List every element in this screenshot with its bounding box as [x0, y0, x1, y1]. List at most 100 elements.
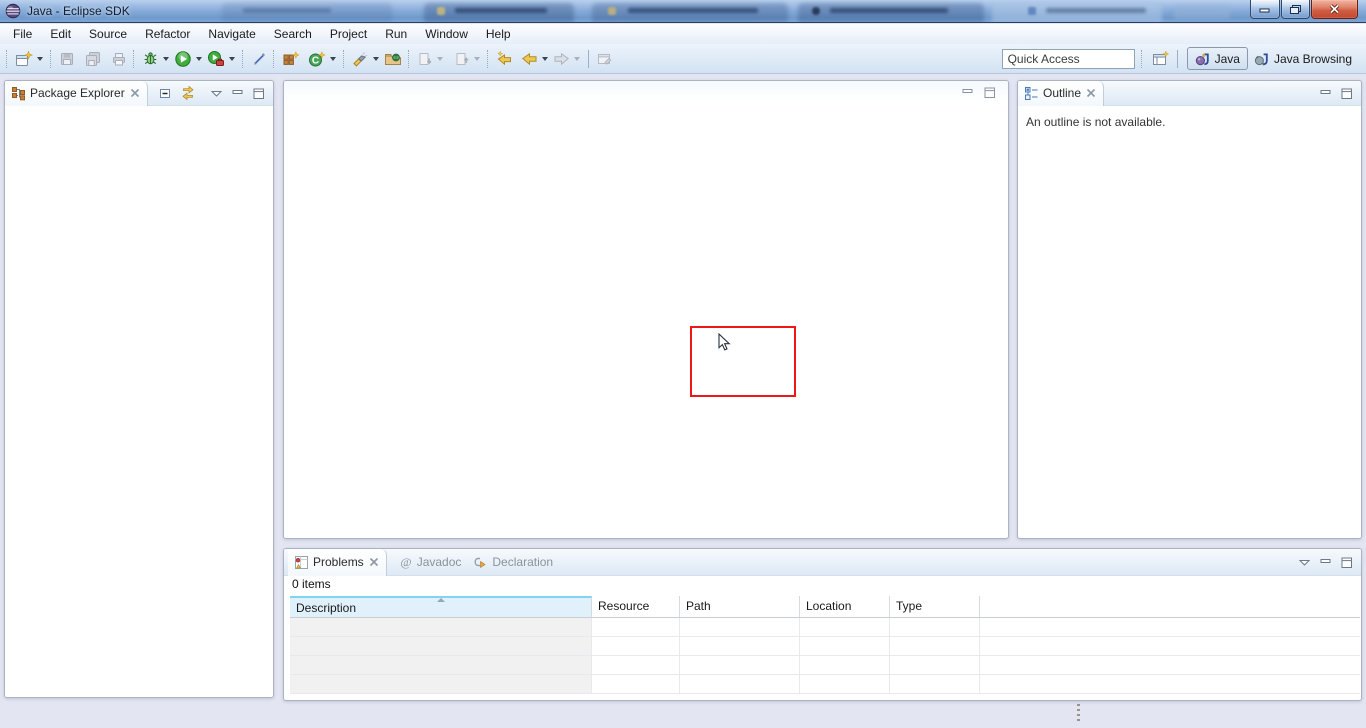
toolbar-drag-handle[interactable] — [50, 50, 53, 68]
link-with-editor-icon[interactable] — [180, 85, 196, 101]
close-icon[interactable] — [129, 87, 141, 99]
new-java-project-button[interactable] — [280, 47, 302, 71]
maximize-editor-icon[interactable] — [983, 86, 996, 99]
ghost-tab-text — [628, 8, 758, 13]
window-title: Java - Eclipse SDK — [27, 4, 130, 18]
view-menu-icon[interactable] — [1298, 556, 1311, 569]
menu-project[interactable]: Project — [321, 24, 376, 44]
open-task-folder-icon — [384, 50, 402, 68]
collapse-all-icon[interactable] — [158, 86, 173, 101]
maximize-view-icon[interactable] — [252, 87, 265, 100]
maximize-view-icon[interactable] — [1340, 87, 1353, 100]
ghost-new-tab-button — [1174, 5, 1230, 19]
next-annotation-dropdown-disabled — [437, 57, 443, 61]
debug-button[interactable] — [140, 47, 161, 71]
menu-search[interactable]: Search — [265, 24, 321, 44]
toolbar-drag-handle[interactable] — [133, 50, 136, 68]
tab-package-explorer[interactable]: Package Explorer — [5, 81, 148, 106]
back-dropdown[interactable] — [542, 57, 548, 61]
tab-problems[interactable]: Problems — [288, 549, 387, 576]
menu-help[interactable]: Help — [477, 24, 520, 44]
minimize-view-icon[interactable] — [231, 87, 244, 100]
tab-declaration[interactable]: Declaration — [467, 549, 559, 576]
menu-window[interactable]: Window — [416, 24, 477, 44]
ghost-browser-tab — [992, 3, 1162, 23]
column-header-description[interactable]: Description — [290, 596, 592, 618]
editor-area — [283, 80, 1009, 539]
ghost-tab-favicon — [1028, 7, 1036, 15]
menu-edit[interactable]: Edit — [41, 24, 80, 44]
svg-text:@: @ — [400, 555, 411, 569]
new-java-class-dropdown[interactable] — [330, 57, 336, 61]
new-java-class-button[interactable]: C — [306, 47, 328, 71]
menu-source[interactable]: Source — [80, 24, 136, 44]
save-button-disabled — [57, 47, 77, 71]
declaration-icon — [473, 555, 488, 570]
menu-run[interactable]: Run — [376, 24, 416, 44]
external-tools-dropdown[interactable] — [229, 57, 235, 61]
mark-occurrences-icon — [251, 51, 267, 67]
ghost-browser-tab — [222, 3, 392, 23]
column-header-location[interactable]: Location — [800, 596, 890, 618]
tab-outline[interactable]: Outline — [1018, 81, 1104, 106]
perspective-bar-drag-handle[interactable] — [1141, 50, 1144, 68]
toolbar-drag-handle[interactable] — [408, 50, 411, 68]
new-wizard-dropdown[interactable] — [37, 57, 43, 61]
ghost-browser-tab — [424, 3, 574, 23]
toggle-mark-occurrences-button[interactable] — [249, 47, 269, 71]
status-bar-grip[interactable] — [1077, 704, 1080, 724]
toolbar-drag-handle[interactable] — [242, 50, 245, 68]
view-menu-icon[interactable] — [210, 87, 223, 100]
back-button[interactable] — [519, 47, 540, 71]
debug-bug-icon — [142, 50, 159, 67]
minimize-view-icon[interactable] — [1319, 556, 1332, 569]
last-edit-location-icon — [496, 50, 513, 67]
open-task-button[interactable] — [382, 47, 404, 71]
svg-text:C: C — [312, 55, 319, 66]
ghost-tab-favicon — [437, 7, 445, 15]
column-header-path[interactable]: Path — [680, 596, 800, 618]
debug-dropdown[interactable] — [163, 57, 169, 61]
tab-javadoc[interactable]: @ Javadoc — [393, 549, 468, 576]
ghost-tab-text — [1046, 8, 1146, 13]
menu-file[interactable]: File — [4, 24, 41, 44]
package-explorer-content[interactable] — [5, 106, 273, 697]
column-header-type[interactable]: Type — [890, 596, 980, 618]
new-wizard-button[interactable] — [13, 47, 35, 71]
minimize-editor-icon[interactable] — [961, 86, 974, 99]
toolbar-drag-handle[interactable] — [487, 50, 490, 68]
toolbar-separator — [588, 50, 589, 68]
last-edit-location-button[interactable] — [494, 47, 515, 71]
run-dropdown[interactable] — [196, 57, 202, 61]
declaration-tab-label: Declaration — [492, 555, 553, 569]
toolbar-drag-handle[interactable] — [273, 50, 276, 68]
restore-window-button[interactable] — [1281, 0, 1310, 19]
search-button[interactable] — [350, 47, 371, 71]
perspective-java-button[interactable]: Java — [1187, 47, 1248, 70]
print-icon — [111, 51, 127, 67]
print-button-disabled — [109, 47, 129, 71]
minimize-view-icon[interactable] — [1319, 87, 1332, 100]
menu-refactor[interactable]: Refactor — [136, 24, 199, 44]
perspective-java-browsing-button[interactable]: Java Browsing — [1248, 47, 1358, 70]
run-last-external-tool-button[interactable] — [205, 47, 227, 71]
maximize-view-icon[interactable] — [1340, 556, 1353, 569]
quick-access-input[interactable] — [1002, 49, 1135, 69]
toolbar-drag-handle[interactable] — [343, 50, 346, 68]
outline-tab-label: Outline — [1043, 86, 1081, 100]
outline-view: Outline An outline is not available. — [1017, 80, 1362, 539]
toolbar-drag-handle[interactable] — [6, 50, 9, 68]
search-dropdown[interactable] — [373, 57, 379, 61]
eclipse-logo-icon[interactable] — [5, 3, 21, 19]
menu-navigate[interactable]: Navigate — [199, 24, 264, 44]
new-java-class-icon: C — [308, 50, 326, 68]
close-window-button[interactable] — [1311, 0, 1358, 19]
column-header-resource[interactable]: Resource — [592, 596, 680, 618]
run-button[interactable] — [172, 47, 194, 71]
minimize-window-button[interactable] — [1250, 0, 1280, 19]
close-icon[interactable] — [368, 556, 380, 568]
problems-view: Problems @ Javadoc Declaration — [283, 548, 1362, 701]
open-perspective-button[interactable] — [1150, 47, 1172, 71]
close-icon[interactable] — [1085, 87, 1097, 99]
ghost-tab-text — [455, 8, 547, 13]
